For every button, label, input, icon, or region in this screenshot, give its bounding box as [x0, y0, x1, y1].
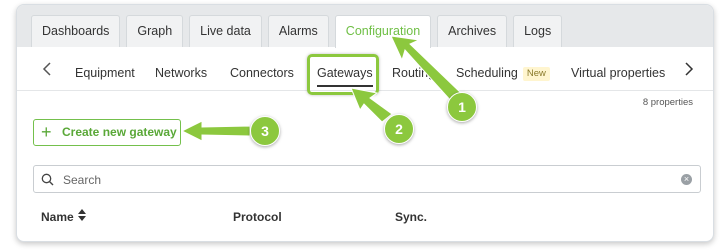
tab-graph[interactable]: Graph — [126, 15, 184, 47]
subtab-scheduling[interactable]: Scheduling New — [456, 66, 550, 81]
tab-archives[interactable]: Archives — [437, 15, 508, 47]
create-new-gateway-button[interactable]: + Create new gateway — [33, 119, 181, 146]
create-button-label: Create new gateway — [62, 125, 177, 139]
tab-logs[interactable]: Logs — [513, 15, 563, 47]
plus-icon: + — [41, 122, 52, 142]
table-header: Name Protocol Sync. — [17, 203, 713, 235]
chevron-right-icon[interactable] — [677, 58, 699, 80]
column-header-name[interactable]: Name — [41, 210, 74, 224]
subtab-routing[interactable]: Routing — [392, 66, 435, 80]
tab-configuration[interactable]: Configuration — [334, 15, 432, 48]
subtab-networks[interactable]: Networks — [155, 66, 207, 80]
chevron-left-icon[interactable] — [37, 58, 59, 80]
gateways-highlight — [307, 54, 379, 95]
app-window: Dashboards Graph Live data Alarms Config… — [16, 4, 714, 242]
column-header-protocol[interactable]: Protocol — [233, 210, 282, 224]
main-tabs: Dashboards Graph Live data Alarms Config… — [31, 15, 563, 48]
search-placeholder: Search — [63, 173, 102, 187]
tab-dashboards[interactable]: Dashboards — [31, 15, 121, 47]
new-badge: New — [522, 67, 550, 81]
annotation-step-2: 2 — [384, 114, 414, 144]
search-input[interactable]: Search × — [33, 165, 701, 193]
main-tab-bar: Dashboards Graph Live data Alarms Config… — [17, 5, 713, 48]
properties-count: 8 properties — [642, 97, 693, 108]
search-icon — [41, 173, 54, 186]
subtab-virtual-properties[interactable]: Virtual properties — [571, 66, 665, 80]
annotation-step-3: 3 — [250, 116, 280, 146]
tab-live-data[interactable]: Live data — [189, 15, 262, 47]
tab-alarms[interactable]: Alarms — [267, 15, 329, 47]
sort-icon[interactable] — [77, 208, 87, 222]
clear-icon[interactable]: × — [681, 174, 692, 185]
subtab-scheduling-label: Scheduling — [456, 66, 518, 80]
subtab-connectors[interactable]: Connectors — [230, 66, 294, 80]
column-header-sync[interactable]: Sync. — [395, 210, 427, 224]
subtab-equipment[interactable]: Equipment — [75, 66, 135, 80]
annotation-step-1: 1 — [447, 92, 477, 122]
